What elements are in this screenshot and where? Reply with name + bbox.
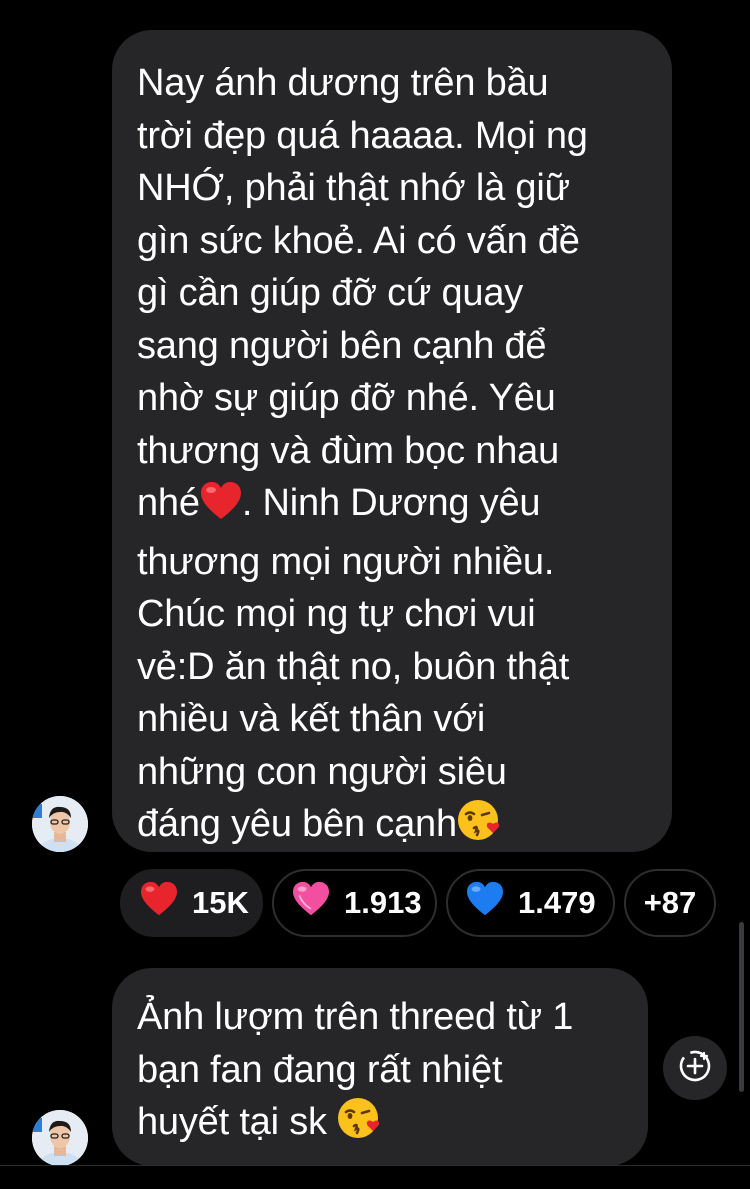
sender-avatar-2[interactable] (32, 1110, 88, 1166)
scrollbar[interactable] (739, 922, 744, 1092)
blue-heart-icon (466, 881, 504, 925)
divider (0, 1165, 750, 1166)
reaction-count: 15K (192, 885, 249, 920)
reaction-red-heart[interactable]: 15K (120, 869, 263, 937)
add-reaction-icon (678, 1049, 712, 1088)
pink-heart-icon (292, 881, 330, 925)
reaction-more-count: +87 (643, 885, 697, 920)
kissing-face-emoji-icon (337, 1096, 381, 1155)
reactions-row: 15K 1.913 1.479 +87 (120, 869, 716, 937)
reaction-blue-heart[interactable]: 1.479 (446, 869, 615, 937)
sender-avatar-1[interactable] (32, 796, 88, 852)
reaction-count: 1.913 (344, 885, 422, 920)
reaction-more[interactable]: +87 (624, 869, 716, 937)
message-text-2: Ảnh lượm trên threed từ 1 bạn fan đang r… (137, 991, 628, 1155)
red-heart-icon (140, 881, 178, 925)
reaction-count: 1.479 (518, 885, 596, 920)
add-reaction-button[interactable] (663, 1036, 727, 1100)
message-bubble-2[interactable]: Ảnh lượm trên threed từ 1 bạn fan đang r… (112, 968, 648, 1166)
message-text-1: Nay ánh dương trên bầu trời đẹp quá haaa… (137, 57, 652, 857)
kissing-face-emoji-icon (457, 798, 501, 857)
red-heart-emoji-icon (200, 481, 242, 536)
message-bubble-1[interactable]: Nay ánh dương trên bầu trời đẹp quá haaa… (112, 30, 672, 852)
chat-screen: Nay ánh dương trên bầu trời đẹp quá haaa… (0, 0, 750, 1189)
reaction-pink-heart[interactable]: 1.913 (272, 869, 437, 937)
